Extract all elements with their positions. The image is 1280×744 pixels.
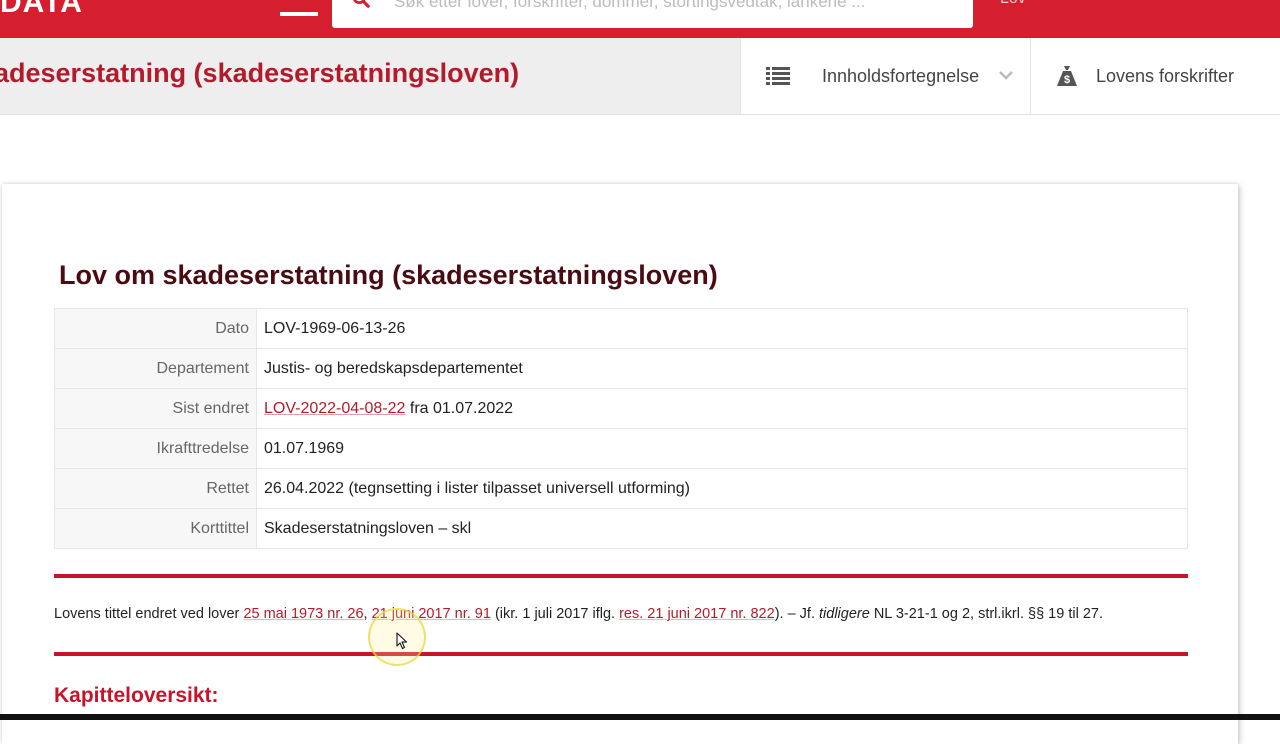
metadata-key: Rettet bbox=[54, 468, 257, 509]
regulations-label: Lovens forskrifter bbox=[1096, 66, 1235, 86]
money-bag-icon: $ bbox=[1057, 66, 1077, 86]
metadata-value: Justis- og beredskapsdepartementet bbox=[256, 348, 1188, 389]
note-italic: tidligere bbox=[819, 606, 870, 622]
section-divider bbox=[54, 574, 1188, 578]
metadata-key: Sist endret bbox=[54, 388, 257, 429]
metadata-table: Dato LOV-1969-06-13-26 Departement Justi… bbox=[54, 308, 1188, 549]
metadata-value-cell: LOV-2022-04-08-22 fra 01.07.2022 bbox=[256, 388, 1188, 429]
list-icon bbox=[766, 67, 790, 85]
top-navigation-bar: DATA Lov bbox=[0, 0, 1280, 38]
table-row: Rettet 26.04.2022 (tegnsetting i lister … bbox=[54, 468, 1188, 509]
search-icon[interactable] bbox=[352, 0, 370, 8]
site-logo[interactable]: DATA bbox=[0, 0, 83, 20]
table-of-contents-dropdown[interactable]: Innholdsfortegnelse bbox=[740, 38, 1030, 114]
metadata-value: 01.07.1969 bbox=[256, 428, 1188, 469]
title-change-note: Lovens tittel endret ved lover 25 mai 19… bbox=[54, 606, 1103, 622]
resolution-link[interactable]: res. 21 juni 2017 nr. 822 bbox=[619, 606, 775, 622]
law-header-title: adeserstatning (skadeserstatningsloven) bbox=[0, 58, 520, 88]
chevron-down-icon bbox=[999, 71, 1013, 80]
table-row: Korttittel Skadeserstatningsloven – skl bbox=[54, 508, 1188, 549]
regulations-link[interactable]: $ Lovens forskrifter bbox=[1030, 38, 1280, 114]
document-title: Lov om skadeserstatning (skadeserstatnin… bbox=[59, 260, 718, 290]
note-text: Lovens tittel endret ved lover bbox=[54, 606, 244, 622]
mouse-pointer-icon bbox=[396, 632, 408, 650]
search-input[interactable] bbox=[394, 0, 964, 12]
table-row: Dato LOV-1969-06-13-26 bbox=[54, 308, 1188, 349]
metadata-value: 26.04.2022 (tegnsetting i lister tilpass… bbox=[256, 468, 1188, 509]
metadata-key: Dato bbox=[54, 308, 257, 349]
metadata-key: Korttittel bbox=[54, 508, 257, 549]
metadata-value: LOV-1969-06-13-26 bbox=[256, 308, 1188, 349]
bottom-edge bbox=[0, 714, 1280, 720]
table-row: Departement Justis- og beredskapsdeparte… bbox=[54, 348, 1188, 389]
law-link-1973[interactable]: 25 mai 1973 nr. 26 bbox=[243, 606, 363, 622]
table-row: Sist endret LOV-2022-04-08-22 fra 01.07.… bbox=[54, 388, 1188, 429]
section-divider bbox=[54, 652, 1188, 656]
note-text: NL 3-21-1 og 2, strl.ikrl. §§ 19 til 27. bbox=[869, 606, 1103, 622]
table-of-contents-label: Innholdsfortegnelse bbox=[822, 66, 980, 86]
table-row: Ikrafttredelse 01.07.1969 bbox=[54, 428, 1188, 469]
amendment-link[interactable]: LOV-2022-04-08-22 bbox=[264, 400, 405, 417]
note-text: ). – Jf. bbox=[774, 606, 820, 622]
metadata-value: fra 01.07.2022 bbox=[405, 399, 514, 417]
svg-text:$: $ bbox=[1064, 74, 1070, 86]
menu-icon[interactable] bbox=[280, 12, 318, 16]
metadata-key: Departement bbox=[54, 348, 257, 389]
note-text: , bbox=[363, 606, 372, 622]
chapter-overview-heading: Kapitteloversikt: bbox=[54, 684, 219, 707]
note-text: (ikr. 1 juli 2017 iflg. bbox=[490, 606, 620, 622]
search-box[interactable] bbox=[332, 0, 973, 28]
top-right-link[interactable]: Lov bbox=[1000, 0, 1026, 8]
law-header-bar: adeserstatning (skadeserstatningsloven) … bbox=[0, 38, 1280, 115]
metadata-value: Skadeserstatningsloven – skl bbox=[256, 508, 1188, 549]
metadata-key: Ikrafttredelse bbox=[54, 428, 257, 469]
